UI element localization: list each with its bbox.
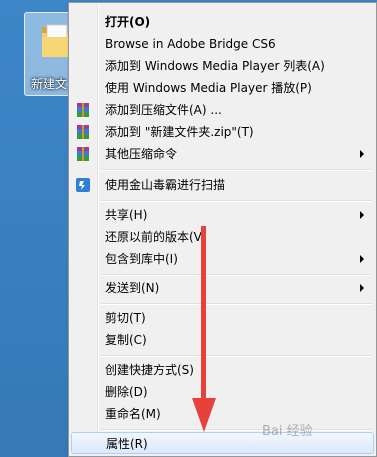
- menu-item-rename[interactable]: 重命名(M): [71, 403, 374, 425]
- menu-item-add-to-wmp-list[interactable]: 添加到 Windows Media Player 列表(A): [71, 55, 374, 77]
- menu-item-restore-previous-versions[interactable]: 还原以前的版本(V): [71, 226, 374, 248]
- menu-item-kingsoft-scan[interactable]: 使用金山毒霸进行扫描: [71, 174, 374, 196]
- submenu-arrow-icon: [360, 255, 364, 263]
- menu-item-delete[interactable]: 删除(D): [71, 381, 374, 403]
- menu-item-label: 添加到压缩文件(A) ...: [105, 103, 222, 117]
- menu-item-label: 使用 Windows Media Player 播放(P): [105, 81, 312, 95]
- menu-separator: [101, 274, 372, 276]
- kingsoft-antivirus-icon: [76, 178, 90, 192]
- menu-separator: [101, 355, 372, 357]
- winrar-icon: [77, 147, 89, 161]
- menu-item-play-with-wmp[interactable]: 使用 Windows Media Player 播放(P): [71, 77, 374, 99]
- menu-separator: [101, 429, 372, 431]
- menu-item-label: 共享(H): [105, 208, 148, 222]
- menu-item-copy[interactable]: 复制(C): [71, 329, 374, 351]
- menu-item-send-to[interactable]: 发送到(N): [71, 277, 374, 299]
- menu-item-label: 打开(O): [105, 15, 151, 29]
- menu-item-label: 复制(C): [105, 333, 147, 347]
- menu-item-label: 使用金山毒霸进行扫描: [105, 178, 226, 192]
- desktop-folder-label: 新建文: [31, 77, 68, 91]
- menu-item-label: Browse in Adobe Bridge CS6: [105, 37, 276, 51]
- winrar-icon: [77, 103, 89, 117]
- menu-item-include-in-library[interactable]: 包含到库中(I): [71, 248, 374, 270]
- menu-item-label: 删除(D): [105, 385, 148, 399]
- submenu-arrow-icon: [360, 150, 364, 158]
- menu-item-open[interactable]: 打开(O): [71, 11, 374, 33]
- menu-item-label: 其他压缩命令: [105, 147, 178, 161]
- menu-item-label: 属性(R): [106, 437, 148, 451]
- menu-separator: [101, 169, 372, 171]
- menu-item-label: 包含到库中(I): [105, 252, 178, 266]
- context-menu: 打开(O) Browse in Adobe Bridge CS6 添加到 Win…: [68, 2, 377, 457]
- menu-item-properties[interactable]: 属性(R): [71, 432, 374, 454]
- watermark: Bai 经验: [262, 424, 313, 439]
- menu-separator: [101, 303, 372, 305]
- menu-item-share[interactable]: 共享(H): [71, 204, 374, 226]
- menu-item-label: 添加到 "新建文件夹.zip"(T): [105, 125, 254, 139]
- menu-item-label: 剪切(T): [105, 311, 146, 325]
- menu-item-add-to-zip[interactable]: 添加到 "新建文件夹.zip"(T): [71, 121, 374, 143]
- menu-item-label: 添加到 Windows Media Player 列表(A): [105, 59, 325, 73]
- submenu-arrow-icon: [360, 211, 364, 219]
- menu-item-label: 重命名(M): [105, 407, 161, 421]
- red-pointer-arrow-icon: [192, 226, 216, 432]
- menu-item-create-shortcut[interactable]: 创建快捷方式(S): [71, 359, 374, 381]
- menu-item-other-compress-commands[interactable]: 其他压缩命令: [71, 143, 374, 165]
- winrar-icon: [77, 125, 89, 139]
- menu-item-label: 创建快捷方式(S): [105, 363, 194, 377]
- menu-item-browse-adobe-bridge[interactable]: Browse in Adobe Bridge CS6: [71, 33, 374, 55]
- menu-item-label: 发送到(N): [105, 281, 160, 295]
- menu-separator: [101, 200, 372, 202]
- menu-item-add-to-archive[interactable]: 添加到压缩文件(A) ...: [71, 99, 374, 121]
- submenu-arrow-icon: [360, 284, 364, 292]
- menu-item-cut[interactable]: 剪切(T): [71, 307, 374, 329]
